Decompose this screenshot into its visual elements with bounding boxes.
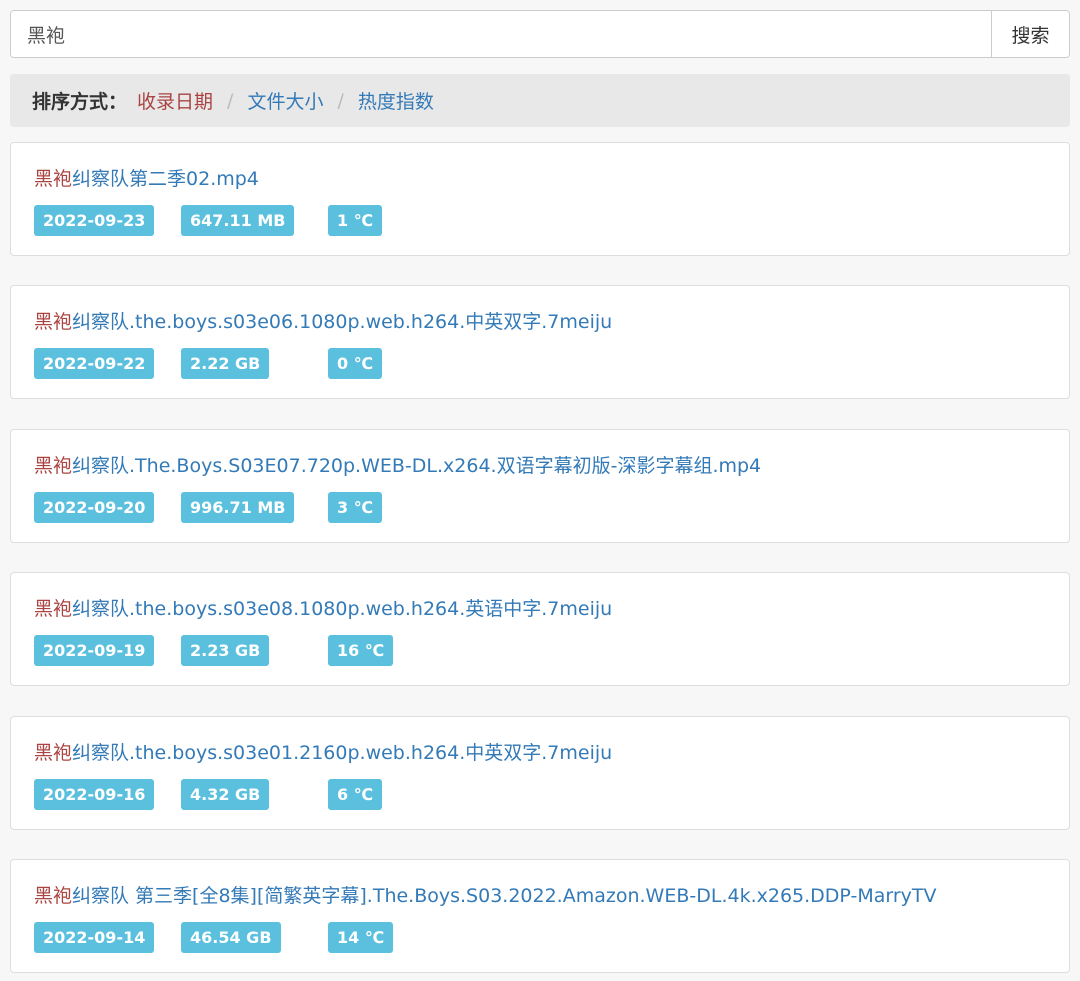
search-input[interactable]: [11, 11, 991, 57]
sort-option-heat[interactable]: 热度指数: [358, 87, 434, 114]
date-badge: 2022-09-14: [34, 922, 155, 953]
size-badge: 4.32 GB: [181, 779, 270, 810]
result-title-highlight: 黑袍: [34, 742, 73, 764]
date-badge: 2022-09-20: [34, 492, 155, 523]
result-title-text: 纠察队.The.Boys.S03E07.720p.WEB-DL.x264.双语字…: [72, 455, 762, 477]
result-card: 黑袍纠察队.the.boys.s03e08.1080p.web.h264.英语中…: [10, 572, 1070, 686]
date-badge: 2022-09-19: [34, 635, 155, 666]
result-title-highlight: 黑袍: [34, 885, 73, 907]
size-badge: 2.22 GB: [181, 348, 270, 379]
search-button[interactable]: 搜索: [991, 11, 1069, 57]
result-title-link[interactable]: 黑袍纠察队第二季02.mp4: [34, 167, 259, 191]
result-title-text: 纠察队.the.boys.s03e08.1080p.web.h264.英语中字.…: [72, 598, 613, 620]
result-card: 黑袍纠察队 第三季[全8集][简繁英字幕].The.Boys.S03.2022.…: [10, 859, 1070, 973]
heat-badge: 6 ℃: [328, 779, 383, 810]
date-badge: 2022-09-23: [34, 205, 155, 236]
sort-option-date[interactable]: 收录日期: [137, 87, 213, 114]
search-bar: 搜索: [10, 10, 1070, 58]
heat-badge: 1 ℃: [328, 205, 383, 236]
sort-label: 排序方式：: [32, 91, 128, 113]
heat-badge: 14 ℃: [328, 922, 394, 953]
size-badge: 647.11 MB: [181, 205, 295, 236]
result-card: 黑袍纠察队.the.boys.s03e01.2160p.web.h264.中英双…: [10, 716, 1070, 830]
size-badge: 2.23 GB: [181, 635, 270, 666]
heat-badge: 3 ℃: [328, 492, 383, 523]
result-title-link[interactable]: 黑袍纠察队.the.boys.s03e01.2160p.web.h264.中英双…: [34, 741, 612, 765]
heat-badge: 16 ℃: [328, 635, 394, 666]
result-title-link[interactable]: 黑袍纠察队 第三季[全8集][简繁英字幕].The.Boys.S03.2022.…: [34, 884, 937, 908]
sort-option-size[interactable]: 文件大小: [247, 87, 323, 114]
heat-badge: 0 ℃: [328, 348, 383, 379]
page: 搜索 排序方式： 收录日期 / 文件大小 / 热度指数 黑袍纠察队第二季02.m…: [0, 0, 1080, 981]
result-title-highlight: 黑袍: [34, 168, 73, 190]
sort-bar: 排序方式： 收录日期 / 文件大小 / 热度指数: [10, 74, 1070, 127]
result-title-text: 纠察队第二季02.mp4: [72, 168, 259, 190]
result-card: 黑袍纠察队.The.Boys.S03E07.720p.WEB-DL.x264.双…: [10, 429, 1070, 543]
result-title-highlight: 黑袍: [34, 311, 73, 333]
date-badge: 2022-09-22: [34, 348, 155, 379]
date-badge: 2022-09-16: [34, 779, 155, 810]
result-card: 黑袍纠察队第二季02.mp4 2022-09-23 647.11 MB 1 ℃: [10, 142, 1070, 256]
result-title-text: 纠察队 第三季[全8集][简繁英字幕].The.Boys.S03.2022.Am…: [72, 885, 937, 907]
size-badge: 996.71 MB: [181, 492, 295, 523]
result-title-link[interactable]: 黑袍纠察队.The.Boys.S03E07.720p.WEB-DL.x264.双…: [34, 454, 761, 478]
sort-separator: /: [227, 89, 234, 112]
result-title-text: 纠察队.the.boys.s03e01.2160p.web.h264.中英双字.…: [72, 742, 613, 764]
result-title-highlight: 黑袍: [34, 455, 73, 477]
result-card: 黑袍纠察队.the.boys.s03e06.1080p.web.h264.中英双…: [10, 285, 1070, 399]
result-title-text: 纠察队.the.boys.s03e06.1080p.web.h264.中英双字.…: [72, 311, 613, 333]
result-title-link[interactable]: 黑袍纠察队.the.boys.s03e08.1080p.web.h264.英语中…: [34, 597, 612, 621]
result-title-link[interactable]: 黑袍纠察队.the.boys.s03e06.1080p.web.h264.中英双…: [34, 310, 612, 334]
result-title-highlight: 黑袍: [34, 598, 73, 620]
sort-separator: /: [337, 89, 344, 112]
size-badge: 46.54 GB: [181, 922, 281, 953]
